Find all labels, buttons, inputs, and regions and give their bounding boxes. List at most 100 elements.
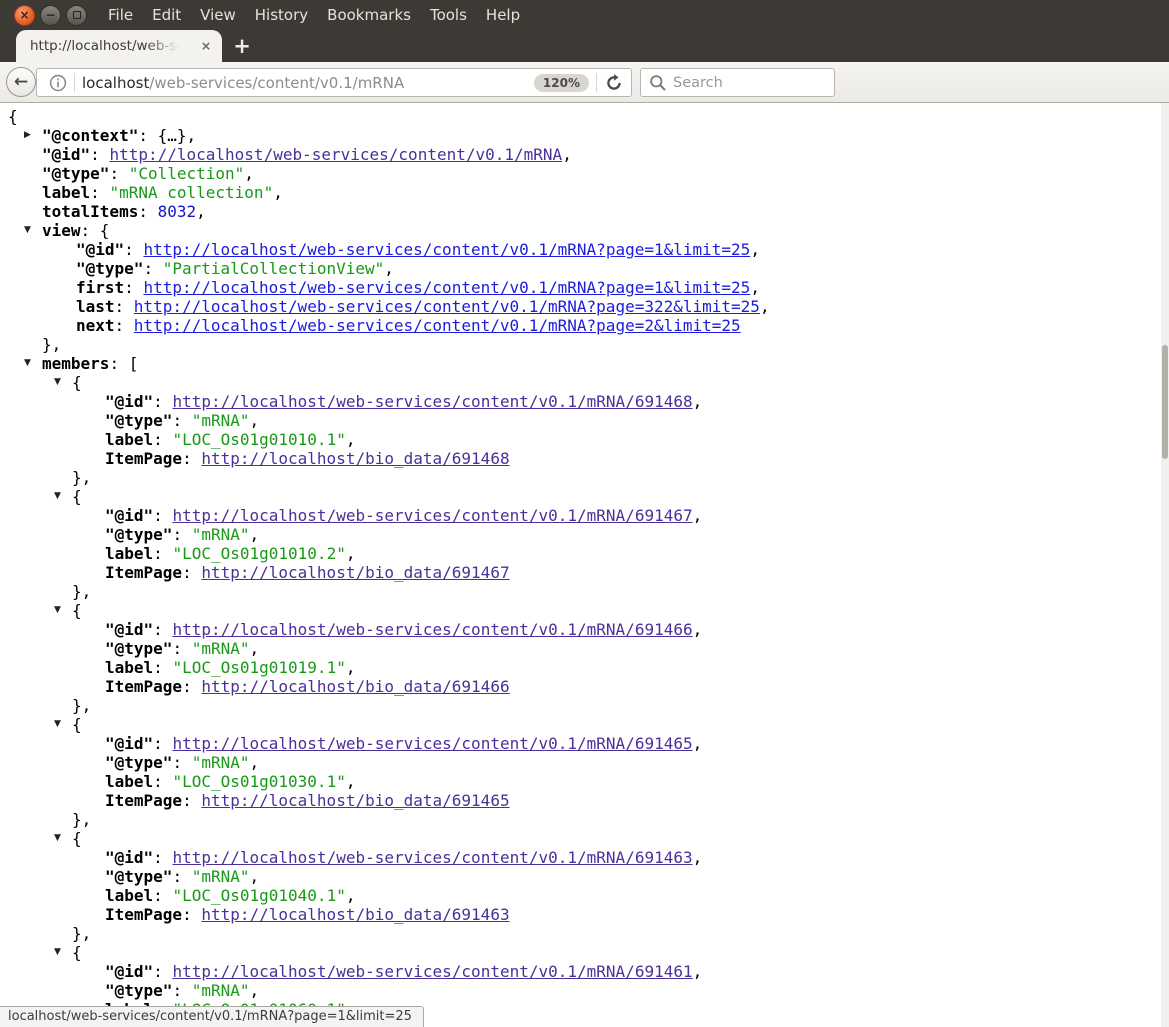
back-button[interactable]: ← — [6, 67, 36, 97]
json-line: "@type": "mRNA", — [0, 411, 1161, 430]
json-line: "@type": "mRNA", — [0, 639, 1161, 658]
json-text: : — [143, 259, 162, 278]
window-maximize-button[interactable] — [66, 5, 87, 26]
url-bar[interactable]: localhost/web-services/content/v0.1/mRNA… — [36, 68, 632, 97]
new-tab-button[interactable]: + — [228, 33, 256, 59]
collapse-toggle-icon[interactable]: ▼ — [54, 373, 61, 392]
json-line: label: "LOC_Os01g01019.1", — [0, 658, 1161, 677]
json-link[interactable]: http://localhost/bio_data/691466 — [201, 677, 509, 696]
json-line: label: "LOC_Os01g01010.2", — [0, 544, 1161, 563]
json-string: "LOC_Os01g01010.1" — [172, 430, 345, 449]
zoom-level-indicator[interactable]: 120% — [534, 74, 589, 92]
json-text: , — [346, 886, 356, 905]
json-key: members — [42, 354, 109, 373]
menu-tools[interactable]: Tools — [430, 6, 467, 24]
json-line: ▶"@context": {…}, — [0, 126, 1161, 145]
collapse-toggle-icon[interactable]: ▼ — [54, 487, 61, 506]
collapse-toggle-icon[interactable]: ▼ — [54, 943, 61, 962]
json-line: ▼{ — [0, 601, 1161, 620]
json-text: { — [72, 601, 82, 620]
json-key: label — [105, 886, 153, 905]
json-link[interactable]: http://localhost/web-services/content/v0… — [134, 316, 741, 335]
navigation-toolbar: ← localhost/web-services/content/v0.1/mR… — [0, 62, 1169, 103]
json-line: }, — [0, 468, 1161, 487]
json-line: ItemPage: http://localhost/bio_data/6914… — [0, 791, 1161, 810]
json-text: : { — [81, 221, 110, 240]
json-text: : — [153, 886, 172, 905]
json-text: : — [153, 506, 172, 525]
json-link[interactable]: http://localhost/web-services/content/v0… — [143, 278, 750, 297]
json-link[interactable]: http://localhost/web-services/content/v0… — [134, 297, 760, 316]
json-link[interactable]: http://localhost/bio_data/691468 — [201, 449, 509, 468]
json-text: : — [153, 544, 172, 563]
json-line: "@id": http://localhost/web-services/con… — [0, 620, 1161, 639]
search-input[interactable] — [673, 75, 803, 91]
collapse-toggle-icon[interactable]: ▼ — [24, 354, 31, 373]
json-link[interactable]: http://localhost/web-services/content/v0… — [172, 506, 692, 525]
json-line: "@type": "mRNA", — [0, 867, 1161, 886]
json-text: : [ — [109, 354, 138, 373]
window-minimize-button[interactable]: − — [40, 5, 61, 26]
json-text: , — [693, 620, 703, 639]
json-link[interactable]: http://localhost/web-services/content/v0… — [109, 145, 562, 164]
json-text: : — [115, 316, 134, 335]
json-text: , — [250, 525, 260, 544]
json-text: { — [72, 829, 82, 848]
json-link[interactable]: http://localhost/web-services/content/v0… — [143, 240, 750, 259]
json-text: : — [153, 772, 172, 791]
search-bar[interactable] — [640, 68, 835, 97]
json-key: "@id" — [105, 506, 153, 525]
json-string: "mRNA" — [192, 525, 250, 544]
collapse-toggle-icon[interactable]: ▼ — [54, 715, 61, 734]
json-link[interactable]: http://localhost/web-services/content/v0… — [172, 962, 692, 981]
json-line: { — [0, 107, 1161, 126]
json-line: label: "LOC_Os01g01040.1", — [0, 886, 1161, 905]
scrollbar-track[interactable] — [1161, 103, 1169, 1027]
window-close-button[interactable]: × — [14, 5, 35, 26]
menu-bookmarks[interactable]: Bookmarks — [327, 6, 411, 24]
json-key: "@id" — [105, 620, 153, 639]
json-line: ItemPage: http://localhost/bio_data/6914… — [0, 677, 1161, 696]
menu-help[interactable]: Help — [486, 6, 520, 24]
json-link[interactable]: http://localhost/web-services/content/v0… — [172, 734, 692, 753]
json-line: "@type": "Collection", — [0, 164, 1161, 183]
json-text: , — [346, 772, 356, 791]
menu-view[interactable]: View — [200, 6, 236, 24]
json-text: : — [153, 430, 172, 449]
reload-icon[interactable] — [605, 74, 623, 92]
json-link[interactable]: http://localhost/web-services/content/v0… — [172, 848, 692, 867]
json-text: : — [153, 962, 172, 981]
json-link[interactable]: http://localhost/bio_data/691467 — [201, 563, 509, 582]
menu-history[interactable]: History — [255, 6, 308, 24]
json-line: }, — [0, 335, 1161, 354]
site-info-icon[interactable] — [49, 74, 67, 92]
json-text: : — [182, 791, 201, 810]
json-text: : — [172, 867, 191, 886]
browser-window: × − File Edit View History Bookmarks Too… — [0, 0, 1169, 1027]
json-string: "PartialCollectionView" — [163, 259, 385, 278]
json-text: : — [172, 525, 191, 544]
scrollbar-thumb[interactable] — [1162, 345, 1168, 459]
tab-close-icon[interactable]: × — [199, 39, 213, 53]
json-line: "@type": "mRNA", — [0, 753, 1161, 772]
json-text: , — [693, 962, 703, 981]
json-link[interactable]: http://localhost/web-services/content/v0… — [172, 392, 692, 411]
tab-title-fade — [146, 30, 191, 62]
json-number: 8032 — [158, 202, 197, 221]
json-link[interactable]: http://localhost/bio_data/691463 — [201, 905, 509, 924]
menu-file[interactable]: File — [108, 6, 133, 24]
json-text: }, — [72, 810, 91, 829]
collapse-toggle-icon[interactable]: ▼ — [24, 221, 31, 240]
menu-edit[interactable]: Edit — [152, 6, 181, 24]
json-key: label — [105, 430, 153, 449]
collapse-toggle-icon[interactable]: ▶ — [24, 126, 31, 145]
collapse-toggle-icon[interactable]: ▼ — [54, 829, 61, 848]
json-link[interactable]: http://localhost/web-services/content/v0… — [172, 620, 692, 639]
collapse-toggle-icon[interactable]: ▼ — [54, 601, 61, 620]
json-key: view — [42, 221, 81, 240]
active-tab[interactable]: http://localhost/web-serv × — [16, 30, 222, 62]
json-key: "@type" — [105, 753, 172, 772]
json-link[interactable]: http://localhost/bio_data/691465 — [201, 791, 509, 810]
json-text: , — [346, 544, 356, 563]
json-key: ItemPage — [105, 677, 182, 696]
